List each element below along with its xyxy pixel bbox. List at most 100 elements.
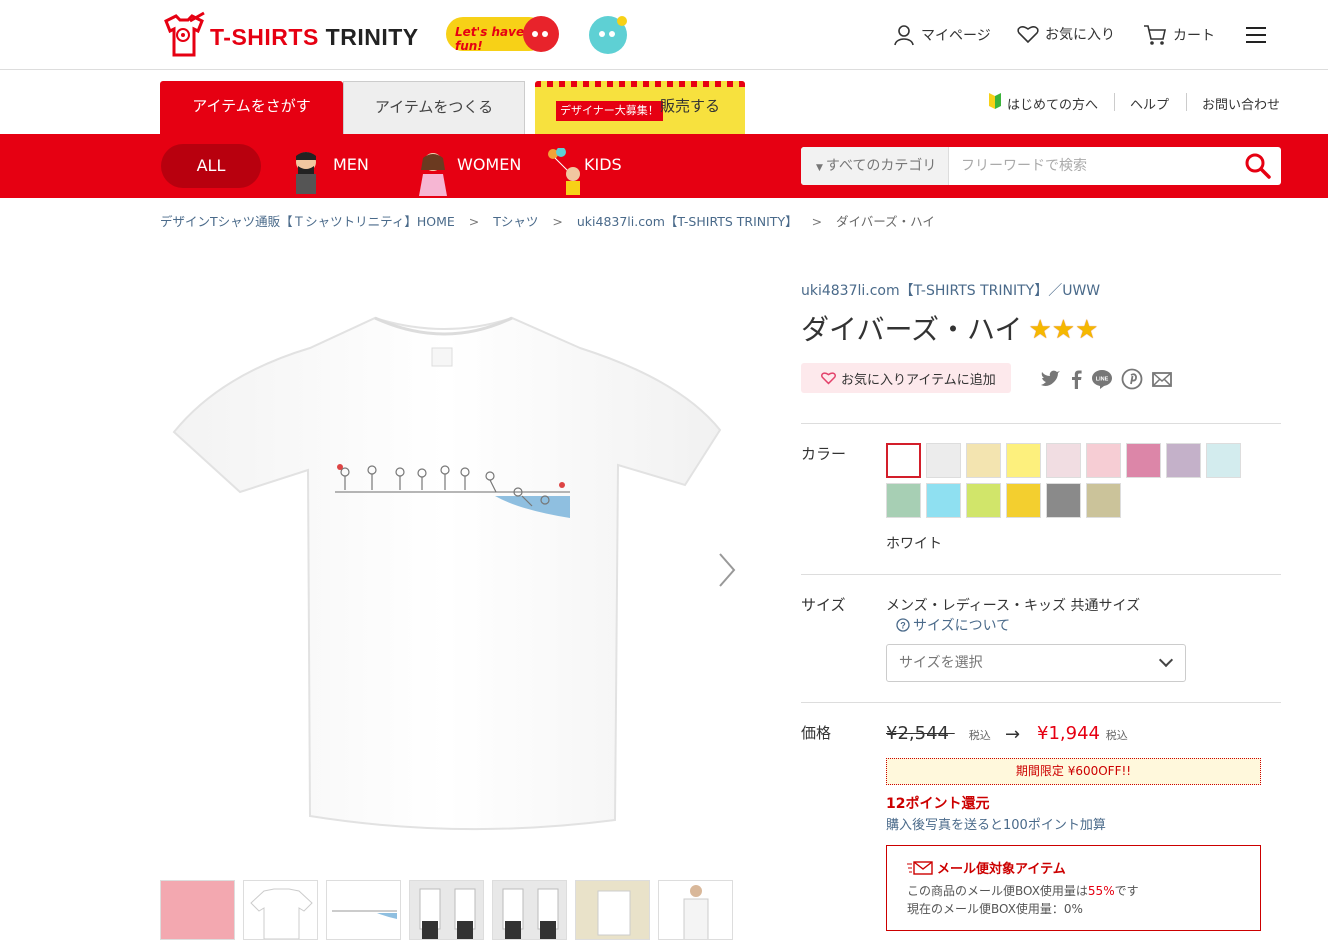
rating-stars: ★★★ — [1028, 312, 1098, 345]
divider — [801, 574, 1281, 575]
star-icon: ★ — [1028, 314, 1052, 345]
tab-search-items-label: アイテムをさがす — [192, 97, 311, 115]
cart-icon — [1144, 25, 1166, 45]
favorites-link[interactable]: お気に入り — [1017, 24, 1115, 44]
thumbnail[interactable] — [658, 880, 733, 940]
color-swatch[interactable] — [1086, 483, 1121, 518]
product-info: uki4837li.com【T-SHIRTS TRINITY】／UWW ダイバー… — [801, 280, 1281, 931]
shop-link[interactable]: uki4837li.com【T-SHIRTS TRINITY】／UWW — [801, 280, 1281, 300]
arrow-right-icon: → — [1005, 724, 1021, 745]
mail-usage-value: 55% — [1087, 884, 1115, 898]
svg-text:?: ? — [900, 621, 906, 631]
facebook-icon[interactable] — [1066, 368, 1088, 390]
thumbnail-design-icon — [332, 910, 397, 919]
divider — [801, 423, 1281, 424]
tab-make-items-label: アイテムをつくる — [374, 98, 494, 116]
category-all-label: ALL — [196, 156, 226, 175]
menu-icon[interactable] — [1246, 26, 1266, 44]
category-kids[interactable]: KIDS — [584, 155, 622, 174]
color-swatch[interactable] — [926, 443, 961, 478]
beginner-icon — [989, 93, 1001, 109]
size-select-placeholder: サイズを選択 — [899, 655, 983, 671]
color-swatch[interactable] — [1126, 443, 1161, 478]
color-swatches — [886, 443, 1246, 518]
size-label: サイズ — [801, 596, 846, 614]
pinterest-icon[interactable] — [1121, 368, 1143, 390]
mypage-link[interactable]: マイページ — [893, 24, 991, 46]
chevron-down-icon — [1158, 652, 1174, 668]
logo-text[interactable]: T-SHIRTS TRINITY — [210, 24, 419, 51]
tab-search-items[interactable]: アイテムをさがす — [160, 81, 343, 134]
contact-link[interactable]: お問い合わせ — [1202, 94, 1280, 113]
mail-delivery-box: メール便対象アイテム この商品のメール便BOX使用量は55%です 現在のメール便… — [886, 845, 1261, 931]
user-icon — [894, 25, 914, 46]
color-swatch[interactable] — [1006, 483, 1041, 518]
mail-delivery-icon — [907, 860, 933, 875]
tab-sell[interactable]: デザイナー大募集！ 販売する — [535, 81, 745, 134]
color-swatch[interactable] — [1006, 443, 1041, 478]
mail-delivery-title-text: メール便対象アイテム — [937, 862, 1066, 877]
color-swatch[interactable] — [1046, 443, 1081, 478]
breadcrumb: デザインTシャツ通販【Ｔシャツトリニティ】HOME > Tシャツ > uki48… — [160, 211, 935, 230]
add-favorite-label: お気に入りアイテムに追加 — [841, 372, 996, 388]
product-main-image[interactable] — [160, 260, 750, 870]
color-swatch[interactable] — [1046, 483, 1081, 518]
sale-price: ¥1,944 税込 — [1037, 723, 1128, 744]
breadcrumb-tshirts[interactable]: Tシャツ — [493, 214, 538, 229]
tab-make-items[interactable]: アイテムをつくる — [343, 81, 525, 134]
favorites-label: お気に入り — [1045, 27, 1115, 43]
search-bar: ▼ すべてのカテゴリ — [801, 147, 1281, 185]
color-label: カラー — [801, 445, 847, 463]
thumbnail[interactable] — [409, 880, 484, 940]
thumbnail-tag-icon — [597, 890, 631, 936]
color-swatch[interactable] — [966, 443, 1001, 478]
mail-icon[interactable] — [1151, 368, 1173, 390]
twitter-icon[interactable] — [1039, 368, 1061, 390]
search-category-label: すべてのカテゴリ — [825, 158, 937, 174]
heart-icon — [1017, 26, 1039, 44]
tax-label: 税込 — [1105, 729, 1128, 742]
category-all[interactable]: ALL — [161, 144, 261, 188]
breadcrumb-shop[interactable]: uki4837li.com【T-SHIRTS TRINITY】 — [577, 214, 798, 229]
thumbnail[interactable] — [575, 880, 650, 940]
search-category-dropdown[interactable]: ▼ すべてのカテゴリ — [801, 147, 949, 185]
breadcrumb-home[interactable]: デザインTシャツ通販【Ｔシャツトリニティ】HOME — [160, 214, 455, 229]
line-icon[interactable]: LINE — [1091, 368, 1113, 390]
color-swatch[interactable] — [1086, 443, 1121, 478]
original-price-value: ¥2,544 — [886, 723, 949, 744]
product-title: ダイバーズ・ハイ ★★★ — [801, 308, 1281, 348]
breadcrumb-separator: > — [811, 214, 823, 229]
beginners-link[interactable]: はじめての方へ — [1007, 94, 1098, 113]
star-icon: ★ — [1051, 314, 1076, 345]
promo-banner: 期間限定 ¥600OFF!! — [886, 758, 1261, 785]
chevron-right-icon[interactable] — [712, 550, 740, 590]
color-swatch[interactable] — [1166, 443, 1201, 478]
color-swatch[interactable] — [926, 483, 961, 518]
mascot-cyan-icon — [589, 16, 627, 54]
size-help-link[interactable]: ? サイズについて — [896, 615, 1010, 635]
cart-label: カート — [1173, 28, 1215, 44]
thumbnail[interactable] — [326, 880, 401, 940]
category-bar: ALL MEN WOMEN KIDS ▼ すべてのカテゴリ — [0, 134, 1328, 198]
sale-price-value: ¥1,944 — [1037, 723, 1100, 744]
selected-color-name: ホワイト — [886, 536, 942, 552]
thumbnail-model-icon — [683, 885, 709, 939]
color-swatch[interactable] — [966, 483, 1001, 518]
add-favorite-button[interactable]: お気に入りアイテムに追加 — [801, 363, 1011, 393]
thumbnail[interactable] — [243, 880, 318, 940]
cart-link[interactable]: カート — [1143, 24, 1215, 46]
category-women[interactable]: WOMEN — [457, 155, 521, 174]
thumbnail[interactable] — [160, 880, 235, 940]
search-input[interactable] — [951, 147, 1239, 185]
help-link[interactable]: ヘルプ — [1130, 94, 1169, 113]
size-select[interactable]: サイズを選択 — [886, 644, 1186, 682]
color-swatch[interactable] — [1206, 443, 1241, 478]
heart-icon — [821, 372, 836, 385]
svg-text:LINE: LINE — [1096, 377, 1109, 383]
logo-shirt-icon[interactable] — [160, 11, 208, 59]
color-swatch[interactable] — [886, 443, 921, 478]
thumbnail[interactable] — [492, 880, 567, 940]
category-men[interactable]: MEN — [333, 155, 369, 174]
color-swatch[interactable] — [886, 483, 921, 518]
search-icon[interactable] — [1243, 152, 1273, 180]
